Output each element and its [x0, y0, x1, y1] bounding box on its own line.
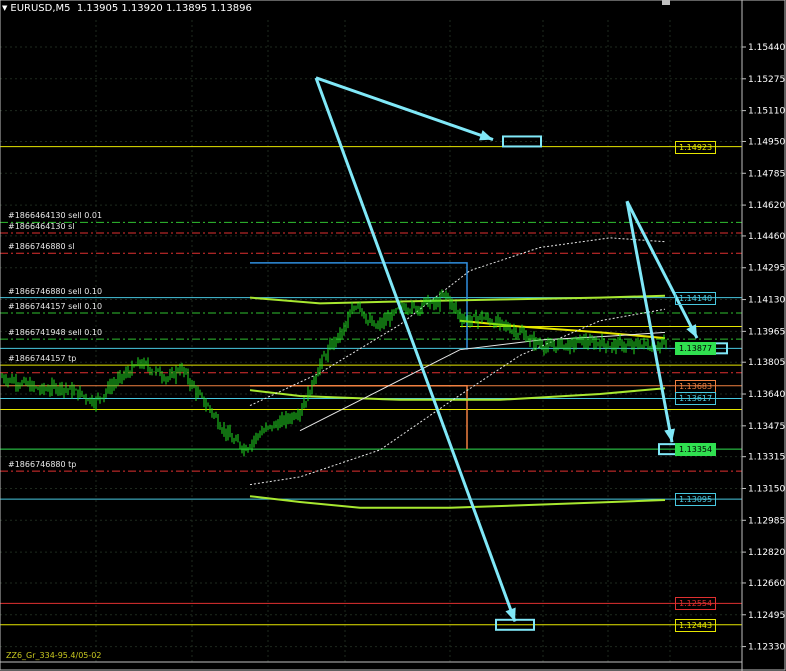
menu-triangle-icon[interactable]: ▼: [2, 4, 7, 12]
axis-tick-label: 1.14785: [748, 169, 785, 179]
axis-tick-label: 1.14130: [748, 296, 785, 306]
trend-arrow: [315, 76, 494, 141]
axis-tick-label: 1.13315: [748, 453, 785, 463]
price-level-tag: 1.14923: [675, 140, 717, 154]
chart-scroll-icon[interactable]: [662, 0, 670, 5]
axis-tick-label: 1.12985: [748, 516, 785, 526]
price-level-tag: 1.13354: [675, 443, 717, 457]
chart-border: [0, 0, 786, 671]
price-axis: 1.15440 1.15275 1.15110 1.14950 1.14785 1.146…: [0, 0, 786, 671]
trend-arrow: [625, 200, 674, 443]
order-level-text: #1866746880 sell 0.10: [8, 286, 103, 296]
chart-grid: [0, 20, 742, 662]
order-level-text: #1866746880 tp: [8, 460, 77, 470]
axis-tick-label: 1.15440: [748, 43, 785, 53]
projection-bracket: [250, 384, 468, 449]
axis-tick-label: 1.12660: [748, 579, 785, 589]
trend-arrow: [314, 77, 517, 623]
price-level-tag: 1.13683: [675, 379, 717, 393]
trend-arrows: [314, 76, 699, 623]
axis-tick-label: 1.13965: [748, 327, 785, 337]
arrowhead: [479, 130, 493, 141]
price-level-tag: 1.13617: [675, 392, 717, 406]
order-level-text: #1866744157 tp: [8, 354, 77, 364]
ma-curve: [249, 294, 666, 305]
chart-header: ▼ EURUSD,M5 1.13905 1.13920 1.13895 1.138…: [2, 3, 252, 14]
trend-arrow: [625, 200, 699, 339]
axis-tick-label: 1.14460: [748, 232, 785, 242]
price-chart[interactable]: 1.15440 1.15275 1.15110 1.14950 1.14785 1.146…: [0, 0, 786, 671]
axis-tick-label: 1.13640: [748, 390, 785, 400]
axis-tick-label: 1.12820: [748, 548, 785, 558]
ohlc-values: 1.13905 1.13920 1.13895 1.13896: [76, 3, 252, 14]
axis-tick-label: 1.13475: [748, 422, 785, 432]
axis-tick-label: 1.14295: [748, 264, 785, 274]
axis-tick-label: 1.15275: [748, 75, 785, 85]
axis-tick-label: 1.12330: [748, 643, 785, 653]
price-level-tag: 1.13095: [675, 493, 717, 507]
order-level-text: #1866744157 sell 0.10: [8, 302, 103, 312]
price-level-tag: 1.12443: [675, 618, 717, 632]
price-level-tag: 1.13877: [675, 342, 717, 356]
price-level-tag: 1.14140: [675, 291, 717, 305]
order-level-text: #1866464130 sl: [8, 222, 75, 232]
axis-tick-label: 1.15110: [748, 107, 785, 117]
ma-curve: [249, 495, 666, 509]
order-level-text: #1866464130 sell 0.01: [8, 211, 103, 221]
indicator-footer: ZZ6_Gr_334-95.4/05-02: [6, 651, 102, 660]
order-level-text: #1866741948 sell 0.10: [8, 328, 103, 338]
price-level-tag: 1.12554: [675, 597, 717, 611]
ma-curve: [459, 319, 666, 340]
axis-tick-label: 1.14950: [748, 137, 785, 147]
order-level-text: #1866746880 sl: [8, 242, 75, 252]
axis-tick-label: 1.13805: [748, 358, 785, 368]
axis-tick-label: 1.14620: [748, 201, 785, 211]
axis-tick-label: 1.13150: [748, 484, 785, 494]
axis-tick-label: 1.12495: [748, 611, 785, 621]
symbol-label: EURUSD,M5: [10, 3, 71, 14]
